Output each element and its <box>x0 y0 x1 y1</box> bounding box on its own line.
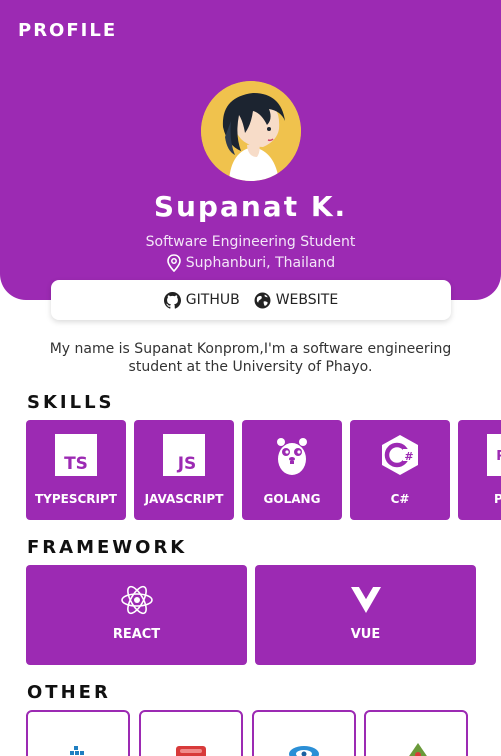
profile-bio: My name is Supanat Konprom,I'm a softwar… <box>49 341 452 375</box>
globe-icon <box>254 292 271 308</box>
javascript-icon: JS <box>163 434 205 476</box>
svg-text:#: # <box>404 450 413 463</box>
svg-text:P: P <box>496 449 501 464</box>
location-text: Suphanburi, Thailand <box>185 255 336 271</box>
page-title: PROFILE <box>18 20 118 41</box>
framework-title: FRAMEWORK <box>27 537 188 558</box>
skill-card-golang[interactable]: GOLANG <box>242 420 342 520</box>
github-icon <box>163 291 181 309</box>
website-label: WEBSITE <box>275 292 339 308</box>
profile-name: Supanat K. <box>153 190 348 223</box>
react-icon <box>121 585 153 615</box>
skill-label: JAVASCRIPT <box>144 492 224 506</box>
other-card-redis[interactable] <box>139 710 243 756</box>
skills-title: SKILLS <box>27 392 115 413</box>
typescript-icon: TS <box>55 434 97 476</box>
github-label: GITHUB <box>185 292 240 308</box>
framework-card-react[interactable]: REACT <box>26 565 247 665</box>
android-icon <box>409 743 427 756</box>
profile-header: PROFILE Supanat K. Software Engineering … <box>0 0 501 300</box>
gopher-icon <box>277 438 307 475</box>
skill-card-csharp[interactable]: # C# <box>350 420 450 520</box>
svg-text:JS: JS <box>177 454 197 474</box>
skill-label: C# <box>390 492 410 506</box>
csharp-icon: # <box>382 435 418 475</box>
skill-label: GOLANG <box>263 492 321 506</box>
skill-card-partial[interactable]: P P <box>458 420 501 520</box>
svg-text:TS: TS <box>64 454 88 474</box>
other-card-android[interactable] <box>364 710 468 756</box>
profile-role: Software Engineering Student <box>145 234 356 250</box>
profile-links: GITHUB WEBSITE <box>51 280 451 320</box>
php-icon: P <box>487 434 501 476</box>
redis-icon <box>176 746 206 756</box>
profile-location: Suphanburi, Thailand <box>0 254 501 272</box>
other-title: OTHER <box>27 682 111 703</box>
avatar-illustration <box>201 81 301 181</box>
website-link[interactable]: WEBSITE <box>254 292 338 309</box>
other-card-database[interactable] <box>252 710 356 756</box>
framework-card-vue[interactable]: VUE <box>255 565 476 665</box>
location-pin-icon <box>166 254 181 272</box>
skill-label: P <box>494 492 501 506</box>
skill-label: TYPESCRIPT <box>34 492 117 506</box>
skill-card-javascript[interactable]: JS JAVASCRIPT <box>134 420 234 520</box>
database-icon <box>289 746 319 756</box>
avatar <box>201 81 301 181</box>
docker-icon <box>70 746 84 755</box>
vue-icon <box>351 587 381 613</box>
other-card-docker[interactable] <box>26 710 130 756</box>
framework-label: VUE <box>350 627 381 642</box>
skill-card-typescript[interactable]: TS TYPESCRIPT <box>26 420 126 520</box>
framework-label: REACT <box>112 627 161 642</box>
github-link[interactable]: GITHUB <box>163 291 240 309</box>
profile-page: PROFILE Supanat K. Software Engineering … <box>0 0 501 756</box>
